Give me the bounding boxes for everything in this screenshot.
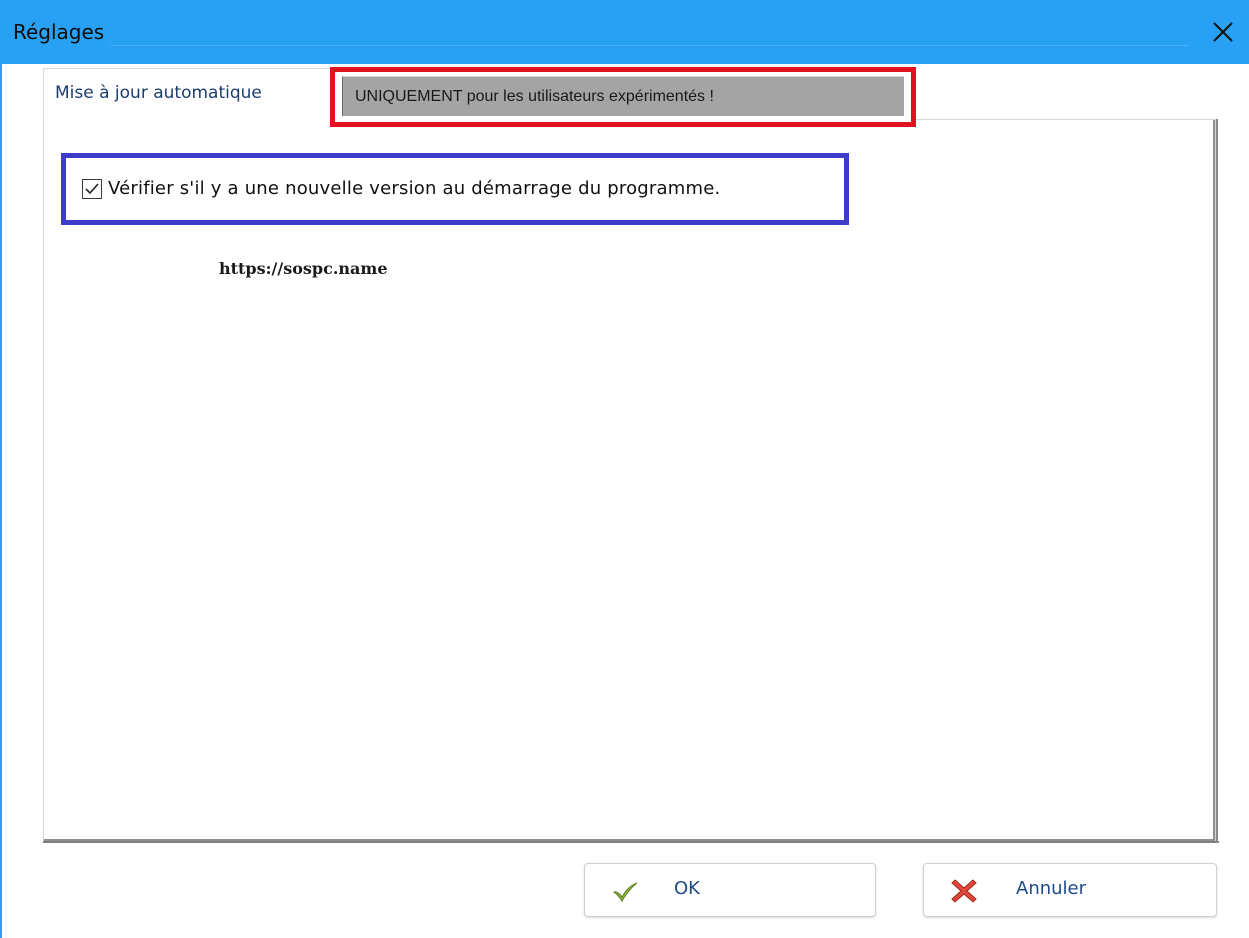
checkmark-icon xyxy=(85,182,99,194)
title-bar: Réglages xyxy=(0,0,1249,64)
tab-utilisateurs-experimentes-face: UNIQUEMENT pour les utilisateurs expérim… xyxy=(342,76,904,116)
tab-utilisateurs-experimentes-label: UNIQUEMENT pour les utilisateurs expérim… xyxy=(355,88,714,105)
window-title: Réglages xyxy=(13,20,105,44)
ok-button-label: OK xyxy=(674,878,700,899)
check-update-label[interactable]: Vérifier s'il y a une nouvelle version a… xyxy=(108,178,720,199)
tab-utilisateurs-experimentes[interactable]: UNIQUEMENT pour les utilisateurs expérim… xyxy=(330,67,916,127)
panel-bottom-edge xyxy=(43,841,1219,843)
title-bar-dots xyxy=(110,45,1189,46)
red-x-icon xyxy=(951,879,977,903)
tab-mise-a-jour-label: Mise à jour automatique xyxy=(55,83,262,103)
check-update-row[interactable]: Vérifier s'il y a une nouvelle version a… xyxy=(82,178,720,199)
cancel-button[interactable]: Annuler xyxy=(923,863,1217,917)
website-url: https://sospc.name xyxy=(219,259,388,278)
close-button[interactable] xyxy=(1200,10,1246,54)
ok-button[interactable]: OK xyxy=(584,863,876,917)
cancel-button-label: Annuler xyxy=(1016,878,1087,899)
close-icon xyxy=(1213,22,1233,42)
tab-mise-a-jour[interactable]: Mise à jour automatique xyxy=(43,68,333,121)
check-update-checkbox[interactable] xyxy=(82,178,102,199)
window-left-border xyxy=(0,64,2,938)
panel-right-edge xyxy=(1216,119,1218,843)
tab-panel xyxy=(43,119,1216,842)
checkmark-icon xyxy=(612,882,638,902)
